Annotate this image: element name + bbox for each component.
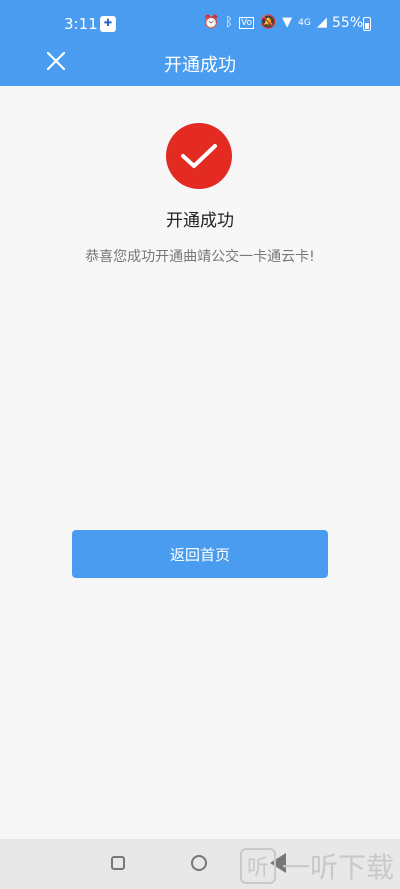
success-title: 开通成功 bbox=[166, 211, 234, 231]
status-time: 3:11 bbox=[64, 15, 98, 33]
watermark-text: 一听下载 bbox=[282, 851, 395, 884]
recents-button[interactable] bbox=[111, 856, 125, 870]
network-label: 4G bbox=[298, 17, 311, 28]
success-message: 恭喜您成功开通曲靖公交一卡通云卡! bbox=[85, 249, 315, 265]
home-button[interactable] bbox=[191, 855, 207, 871]
app-icon: ✚ bbox=[100, 16, 116, 32]
volte-icon: Vo bbox=[239, 16, 254, 29]
success-check-icon bbox=[166, 123, 232, 189]
status-icons: ⏰ ᛒ Vo 🔕 ▼ 4G ◢ bbox=[203, 15, 327, 30]
watermark: 听 一听下载 bbox=[240, 846, 394, 886]
page-title: 开通成功 bbox=[164, 55, 236, 76]
battery-icon bbox=[363, 17, 371, 31]
signal-icon: ◢ bbox=[316, 15, 327, 30]
alarm-icon: ⏰ bbox=[203, 15, 220, 30]
wifi-icon: ▼ bbox=[282, 15, 293, 30]
navigation-bar: 开通成功 bbox=[0, 36, 400, 86]
mute-icon: 🔕 bbox=[259, 15, 277, 30]
watermark-logo: 听 bbox=[240, 848, 276, 884]
return-home-button[interactable]: 返回首页 bbox=[72, 530, 328, 578]
bluetooth-icon: ᛒ bbox=[225, 15, 233, 30]
battery-percent: 55% bbox=[332, 15, 364, 31]
status-bar: 3:11 ✚ ⏰ ᛒ Vo 🔕 ▼ 4G ◢ 55% bbox=[0, 0, 400, 36]
